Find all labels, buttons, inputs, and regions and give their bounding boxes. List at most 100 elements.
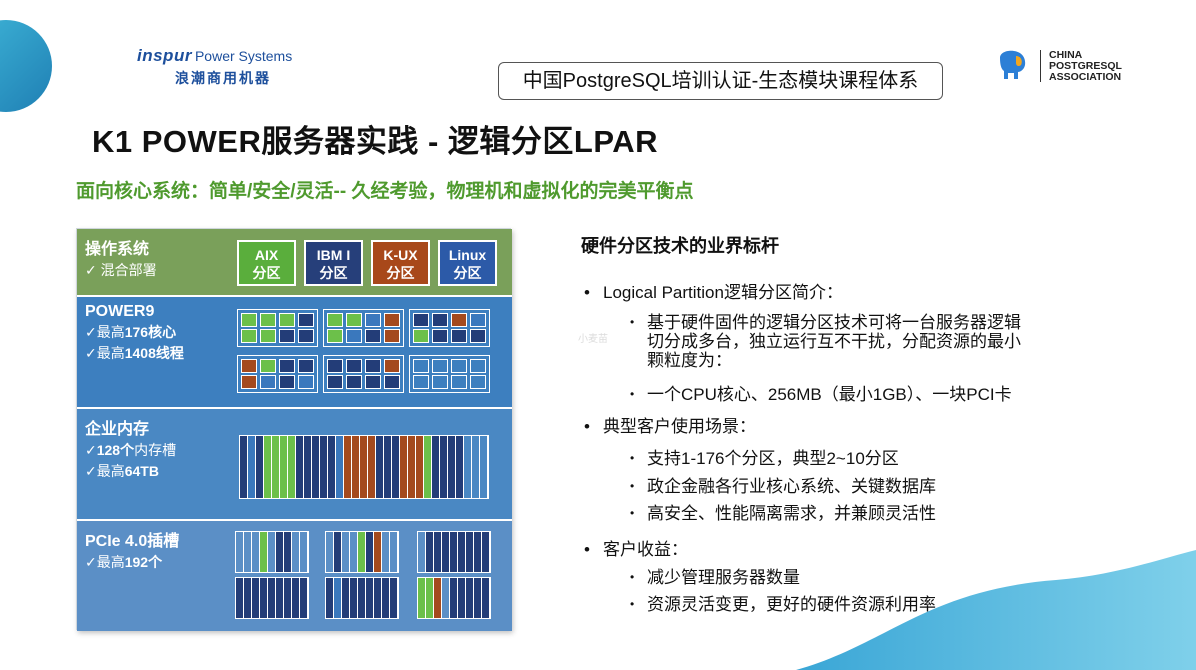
core-cell xyxy=(346,313,362,327)
bullet-1a: • 基于硬件固件的逻辑分区技术可将一台服务器逻辑 切分成多台，独立运行互不干扰，分配… xyxy=(630,313,1021,370)
memory-slot xyxy=(336,436,344,498)
pcie-slot xyxy=(334,578,342,618)
memory-slot xyxy=(400,436,408,498)
bullet-1b: • 一个CPU核心、256MB（最小1GB）、一块PCI卡 xyxy=(630,385,1012,404)
core-cell xyxy=(327,359,343,373)
core-cell xyxy=(384,329,400,343)
core-cell xyxy=(327,313,343,327)
core-group xyxy=(237,309,318,347)
core-cell xyxy=(451,313,467,327)
mem-heading: 企业内存 xyxy=(85,421,150,438)
pcie-slot xyxy=(334,532,342,572)
core-cell xyxy=(298,359,314,373)
memory-slot xyxy=(432,436,440,498)
memory-slot xyxy=(248,436,256,498)
memory-slot xyxy=(288,436,296,498)
pcie-slot xyxy=(326,532,334,572)
bullet-3a: • 减少管理服务器数量 xyxy=(630,568,800,587)
memory-slot xyxy=(280,436,288,498)
memory-slot xyxy=(384,436,392,498)
os-ibmi: IBM I 分区 xyxy=(304,240,363,286)
pcie-slot xyxy=(458,532,466,572)
inspur-sub: Power Systems xyxy=(194,48,293,64)
core-cell xyxy=(384,375,400,389)
memory-slot xyxy=(440,436,448,498)
pcie-slot xyxy=(284,578,292,618)
core-cell xyxy=(365,375,381,389)
pcie-slot-group xyxy=(417,577,491,619)
core-cell xyxy=(260,375,276,389)
pcie-slot xyxy=(382,578,390,618)
core-group xyxy=(237,355,318,393)
memory-row: 企业内存 ✓128个内存槽 ✓最高64TB xyxy=(77,407,512,519)
pcie-slot-group xyxy=(235,577,309,619)
pcie-slot xyxy=(252,532,260,572)
bullet-2c: • 高安全、性能隔离需求，并兼顾灵活性 xyxy=(630,504,936,523)
core-cell xyxy=(470,375,486,389)
pcie-slot xyxy=(374,578,382,618)
memory-slot xyxy=(240,436,248,498)
pcie-slot xyxy=(358,578,366,618)
core-cell xyxy=(384,359,400,373)
pcie-slot xyxy=(382,532,390,572)
memory-slot xyxy=(360,436,368,498)
inspur-cn: 浪潮商用机器 xyxy=(175,70,271,86)
pcie-slot xyxy=(426,578,434,618)
pcie-slot xyxy=(426,532,434,572)
pcie-slot xyxy=(342,532,350,572)
core-cell xyxy=(451,329,467,343)
pcie-slot xyxy=(466,578,474,618)
core-cell xyxy=(365,313,381,327)
core-cell xyxy=(346,359,362,373)
bullet-2: • 典型客户使用场景： xyxy=(584,417,756,436)
pcie-slot xyxy=(300,578,308,618)
bullet-2a: • 支持1-176个分区，典型2~10分区 xyxy=(630,449,899,468)
core-cell xyxy=(260,313,276,327)
pcie-slot xyxy=(268,532,276,572)
pcie-slot xyxy=(366,578,374,618)
course-label: 中国PostgreSQL培训认证-生态模块课程体系 xyxy=(498,62,943,100)
pcie-slot xyxy=(342,578,350,618)
pcie-slot xyxy=(260,532,268,572)
pcie-slot xyxy=(418,532,426,572)
memory-slot xyxy=(272,436,280,498)
core-cell xyxy=(279,359,295,373)
pcie-slot xyxy=(450,532,458,572)
os-aix: AIX 分区 xyxy=(237,240,296,286)
core-cell xyxy=(298,329,314,343)
pcie-slot xyxy=(442,578,450,618)
core-cell xyxy=(241,313,257,327)
pcie-slot xyxy=(442,532,450,572)
pci-heading: PCIe 4.0插槽 xyxy=(85,533,180,550)
memory-slot xyxy=(344,436,352,498)
memory-slot xyxy=(424,436,432,498)
memory-slot xyxy=(416,436,424,498)
cpa-logo: CHINA POSTGRESQL ASSOCIATION xyxy=(994,48,1122,84)
pcie-slot xyxy=(474,532,482,572)
page-title: K1 POWER服务器实践 - 逻辑分区LPAR xyxy=(92,124,658,159)
memory-slot xyxy=(376,436,384,498)
memory-slot xyxy=(264,436,272,498)
core-cell xyxy=(470,329,486,343)
core-cell xyxy=(260,329,276,343)
pcie-slot xyxy=(268,578,276,618)
core-cell xyxy=(327,329,343,343)
bullet-1: • Logical Partition逻辑分区简介： xyxy=(584,283,843,302)
cpa-line3: ASSOCIATION xyxy=(1049,70,1122,83)
os-heading: 操作系统 xyxy=(85,241,150,258)
core-cell xyxy=(451,359,467,373)
core-cell xyxy=(346,375,362,389)
os-row: 操作系统 ✓ 混合部署 AIX 分区 IBM I 分区 K-UX 分区 Linux 分区 xyxy=(77,229,512,295)
memory-slot xyxy=(480,436,488,498)
pcie-slot xyxy=(276,578,284,618)
right-panel-title: 硬件分区技术的业界标杆 xyxy=(581,236,779,256)
pcie-row: PCIe 4.0插槽 ✓最高192个 xyxy=(77,519,512,631)
lpar-diagram: 操作系统 ✓ 混合部署 AIX 分区 IBM I 分区 K-UX 分区 Linux 分区… xyxy=(76,228,512,631)
watermark: 小麦苗 xyxy=(578,334,608,345)
pcie-slot xyxy=(252,578,260,618)
memory-slot xyxy=(296,436,304,498)
pcie-slot xyxy=(418,578,426,618)
page-subtitle: 面向核心系统：简单/安全/灵活-- 久经考验，物理机和虚拟化的完美平衡点 xyxy=(76,181,694,202)
bullet-2b: • 政企金融各行业核心系统、关键数据库 xyxy=(630,477,936,496)
cpa-line2: POSTGRESQL xyxy=(1049,59,1122,72)
